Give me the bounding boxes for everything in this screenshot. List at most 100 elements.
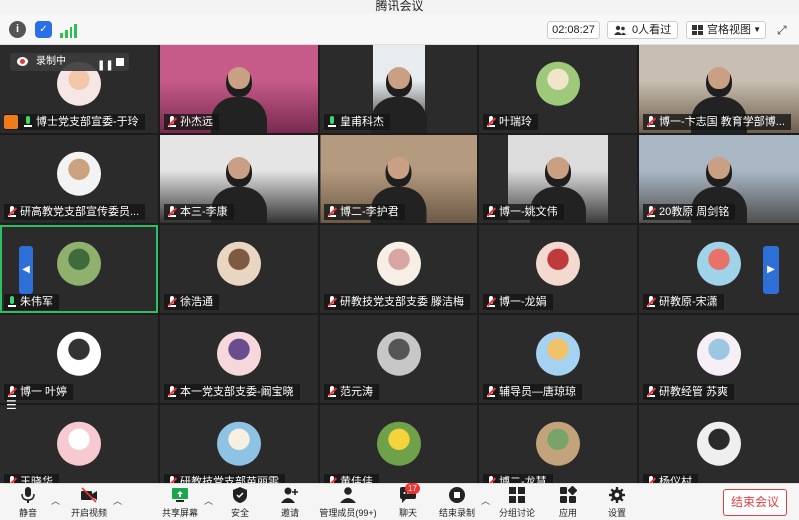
info-icon[interactable]: i: [9, 21, 26, 38]
chat-button[interactable]: 17 聊天: [396, 483, 420, 519]
invite-button[interactable]: 邀请: [278, 486, 302, 519]
apps-button[interactable]: 应用: [556, 486, 580, 519]
signal-icon[interactable]: [60, 21, 77, 38]
security-button[interactable]: 安全: [228, 486, 252, 519]
participant-tile[interactable]: 博一-姚文伟: [479, 135, 637, 223]
mic-muted-icon: [168, 386, 176, 398]
participant-name: 徐浩通: [180, 296, 213, 308]
meeting-timer: 02:08:27: [547, 21, 600, 39]
mic-muted-icon: [8, 206, 16, 218]
participant-tile[interactable]: 本三-李康: [160, 135, 318, 223]
share-screen-label: 共享屏幕: [162, 508, 199, 518]
participant-tile[interactable]: 博二-李护君: [320, 135, 477, 223]
participant-nameplate: 20教原 周剑铭: [643, 204, 736, 220]
fullscreen-icon[interactable]: ⤢: [777, 23, 791, 37]
participant-tile[interactable]: 研教技党支部支委 滕洁梅: [320, 225, 477, 313]
grid-view-icon: [692, 25, 703, 35]
participant-name: 本一党支部支委-阚宝晓: [180, 386, 294, 398]
participant-name: 朱伟军: [20, 296, 53, 308]
pause-icon[interactable]: ❚❚: [97, 57, 114, 75]
chat-unread-badge: 17: [405, 483, 420, 494]
video-off-icon: [81, 487, 97, 503]
start-video-button[interactable]: 开启视频: [70, 486, 108, 519]
mic-muted-icon: [647, 206, 655, 218]
settings-label: 设置: [607, 508, 626, 518]
participant-name: 博一-姚文伟: [499, 206, 558, 218]
chevron-up-icon[interactable]: ︿: [481, 494, 490, 507]
manage-members-label: 管理成员(99+): [319, 508, 377, 518]
stop-icon[interactable]: [116, 58, 124, 66]
avatar: [217, 421, 261, 466]
participant-tile[interactable]: 研教经管 苏爽: [639, 315, 799, 403]
chevron-up-icon[interactable]: ︿: [51, 494, 60, 507]
viewers-button[interactable]: 0人看过: [607, 21, 678, 39]
participant-tile[interactable]: 研教技党支部苗丽雯: [160, 405, 318, 493]
mute-label: 静音: [18, 508, 37, 518]
shield-icon[interactable]: ✓: [35, 21, 52, 38]
participant-tile[interactable]: 叶瑞玲: [479, 45, 637, 133]
participant-name: 叶瑞玲: [499, 116, 532, 128]
participant-tile[interactable]: 博一-龙娟: [479, 225, 637, 313]
participant-tile[interactable]: 孙杰远: [160, 45, 318, 133]
participant-tile[interactable]: 20教原 周剑铭: [639, 135, 799, 223]
participant-tile[interactable]: 本一党支部支委-阚宝晓: [160, 315, 318, 403]
mic-muted-icon: [487, 386, 495, 398]
viewers-count: 0人看过: [632, 24, 672, 36]
participant-nameplate: 朱伟军: [4, 294, 59, 310]
mic-muted-icon: [168, 296, 176, 308]
participant-tile[interactable]: 范元涛: [320, 315, 477, 403]
person-silhouette: [226, 67, 252, 97]
mic-muted-icon: [647, 386, 655, 398]
mute-button[interactable]: 静音: [14, 486, 42, 519]
chevron-up-icon[interactable]: ︿: [113, 494, 122, 507]
participant-tile[interactable]: 王晓华: [0, 405, 158, 493]
avatar: [217, 331, 261, 376]
participant-tile[interactable]: 博二-龙慧: [479, 405, 637, 493]
end-meeting-button[interactable]: 结束会议: [723, 489, 787, 516]
participant-name: 研教技党支部支委 滕洁梅: [340, 296, 465, 308]
participant-nameplate: 孙杰远: [164, 114, 219, 130]
participant-tile[interactable]: 博一-卞志国 教育学部博...: [639, 45, 799, 133]
end-recording-button[interactable]: 结束录制: [438, 486, 476, 519]
breakout-rooms-button[interactable]: 分组讨论: [498, 486, 536, 519]
participant-nameplate: 徐浩通: [164, 294, 219, 310]
manage-members-button[interactable]: 管理成员(99+): [318, 486, 378, 519]
view-mode-dropdown[interactable]: 宫格视图 ▼: [686, 21, 766, 39]
share-screen-button[interactable]: 共享屏幕: [162, 486, 198, 519]
participant-tile[interactable]: 研高教党支部宣传委员...: [0, 135, 158, 223]
participant-nameplate: 皇甫科杰: [324, 114, 390, 130]
participant-name: 研高教党支部宣传委员...: [20, 206, 140, 218]
participant-tile[interactable]: 辅导员—唐琼琼: [479, 315, 637, 403]
next-page-button[interactable]: ▶: [763, 246, 779, 294]
window-title: 腾讯会议: [0, 0, 799, 14]
end-recording-label: 结束录制: [438, 508, 475, 518]
participant-nameplate: 研教经管 苏爽: [643, 384, 735, 400]
list-icon[interactable]: ☰: [6, 398, 22, 412]
person-silhouette: [706, 157, 732, 187]
participant-tile[interactable]: 徐浩通: [160, 225, 318, 313]
participant-tile[interactable]: 杨仪村: [639, 405, 799, 493]
person-silhouette: [545, 157, 571, 187]
participant-tile[interactable]: 博一 叶婷: [0, 315, 158, 403]
avatar: [376, 331, 421, 376]
avatar: [536, 331, 580, 376]
mic-muted-icon: [168, 116, 176, 128]
avatar: [536, 421, 580, 466]
participant-tile[interactable]: 黄佳佳: [320, 405, 477, 493]
participant-nameplate: 辅导员—唐琼琼: [483, 384, 582, 400]
previous-page-button[interactable]: ◀: [19, 246, 33, 294]
person-silhouette: [385, 67, 412, 97]
participant-tile[interactable]: 皇甫科杰: [320, 45, 477, 133]
members-icon: [340, 487, 356, 503]
participant-name: 本三-李康: [180, 206, 228, 218]
microphone-icon: [328, 116, 336, 128]
chevron-up-icon[interactable]: ︿: [204, 494, 213, 507]
participant-nameplate: 本三-李康: [164, 204, 234, 220]
breakout-rooms-label: 分组讨论: [498, 508, 535, 518]
settings-button[interactable]: 设置: [605, 486, 629, 519]
participant-name: 研教原-宋潇: [659, 296, 718, 308]
top-bar: i ✓ 02:08:27 0人看过 宫格视图 ▼ ⤢: [0, 14, 799, 45]
mic-muted-icon: [328, 386, 336, 398]
mic-muted-icon: [487, 116, 495, 128]
participant-nameplate: 博一-卞志国 教育学部博...: [643, 114, 791, 130]
